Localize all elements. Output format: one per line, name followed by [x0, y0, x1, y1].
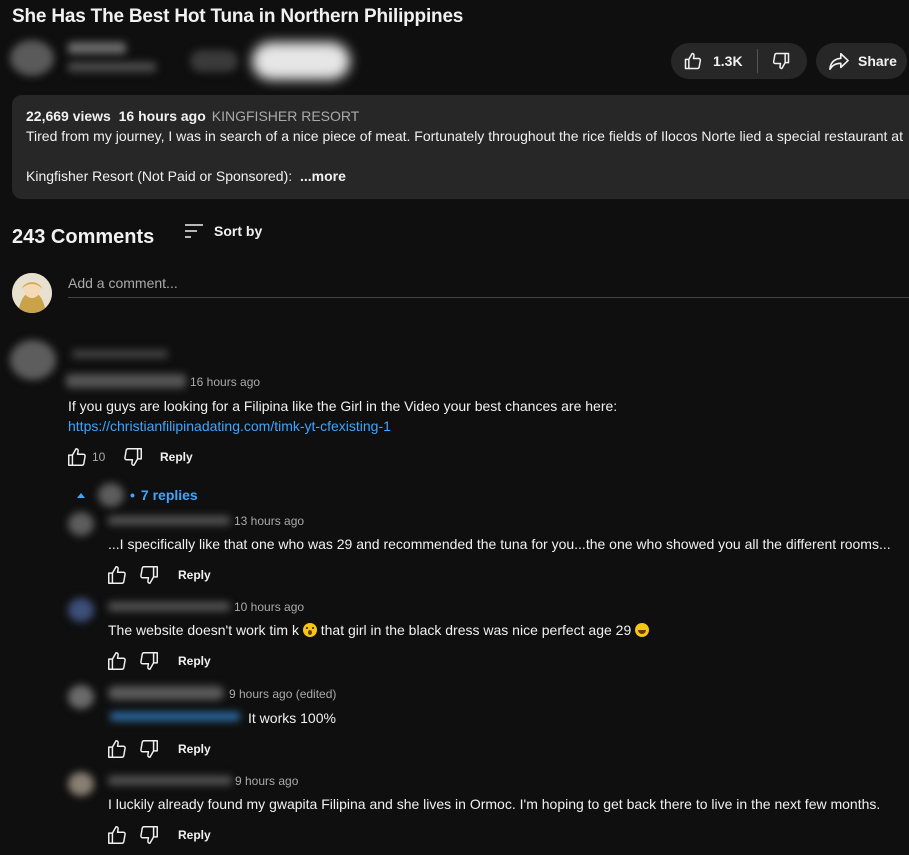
reply-actions: Reply	[106, 564, 211, 586]
reply-button[interactable]: Reply	[178, 742, 211, 756]
reply-actions: Reply	[106, 738, 211, 760]
view-count: 22,669 views	[26, 108, 111, 124]
reply-time[interactable]: 13 hours ago	[234, 514, 304, 528]
thumbs-down-icon[interactable]	[138, 650, 160, 672]
reply-actions: Reply	[106, 824, 211, 846]
reply-button[interactable]: Reply	[178, 568, 211, 582]
comment-count: 243 Comments	[12, 226, 155, 248]
thumbs-up-icon	[684, 52, 702, 70]
thumbs-down-icon[interactable]	[138, 738, 160, 760]
reply-handle[interactable]	[108, 516, 230, 525]
reply-handle[interactable]	[108, 686, 224, 700]
reply-text: ...I specifically like that one who was …	[108, 536, 891, 552]
astonished-face-icon	[302, 623, 317, 637]
add-comment-input[interactable]: Add a comment...	[68, 275, 178, 291]
show-more-link[interactable]: ...more	[300, 168, 346, 184]
comment-actions: 10 Reply	[66, 446, 193, 468]
like-count: 1.3K	[713, 53, 743, 69]
user-avatar[interactable]	[12, 273, 52, 313]
channel-name[interactable]	[68, 42, 126, 54]
location-tag[interactable]: KINGFISHER RESORT	[212, 108, 360, 124]
share-arrow-icon	[829, 52, 849, 70]
video-title: She Has The Best Hot Tuna in Northern Ph…	[12, 6, 464, 27]
description-text: Tired from my journey, I was in search o…	[26, 128, 903, 144]
description-line-2: Kingfisher Resort (Not Paid or Sponsored…	[26, 168, 346, 184]
channel-subscriber-count	[68, 62, 156, 72]
reply-avatar[interactable]	[68, 685, 94, 709]
sort-icon	[185, 224, 203, 238]
reply-text-part-2: that girl in the black dress was nice pe…	[316, 622, 636, 638]
reply-handle[interactable]	[108, 602, 230, 611]
reply-avatar[interactable]	[68, 772, 94, 796]
share-label: Share	[858, 53, 897, 69]
comment-time[interactable]: 16 hours ago	[190, 375, 260, 389]
subscribe-button[interactable]	[252, 42, 350, 80]
thumbs-up-icon[interactable]	[106, 650, 128, 672]
thumbs-down-icon[interactable]	[138, 564, 160, 586]
reply-mention[interactable]	[110, 712, 240, 721]
reply-text: I luckily already found my gwapita Filip…	[108, 796, 881, 812]
thumbs-up-icon[interactable]	[106, 738, 128, 760]
reply-handle[interactable]	[108, 776, 232, 785]
thumbs-up-icon[interactable]	[106, 564, 128, 586]
comment-link[interactable]: https://christianfilipinadating.com/timk…	[68, 418, 391, 434]
commenter-handle[interactable]	[66, 374, 186, 388]
laughing-face-icon	[635, 623, 650, 637]
replies-toggle[interactable]: • 7 replies	[76, 483, 198, 507]
reply-time[interactable]: 9 hours ago	[235, 774, 298, 788]
reply-time[interactable]: 9 hours ago (edited)	[229, 687, 336, 701]
dislike-button[interactable]	[758, 43, 804, 79]
user-avatar-image	[12, 273, 52, 313]
share-button[interactable]: Share	[816, 43, 907, 79]
thumbs-down-icon[interactable]	[138, 824, 160, 846]
reply-avatar[interactable]	[68, 598, 94, 622]
reply-text-part-1: The website doesn't work tim k	[108, 622, 303, 638]
reply-time[interactable]: 10 hours ago	[234, 600, 304, 614]
thumbs-down-icon[interactable]	[122, 446, 144, 468]
sort-by-button[interactable]: Sort by	[184, 223, 262, 239]
caret-up-icon	[77, 493, 85, 498]
thumbs-up-icon[interactable]	[106, 824, 128, 846]
reply-text: It works 100%	[248, 710, 336, 726]
thumbs-up-icon[interactable]	[66, 446, 88, 468]
reply-button[interactable]: Reply	[178, 828, 211, 842]
add-comment-underline	[68, 297, 909, 298]
commenter-badge	[72, 350, 168, 358]
like-button[interactable]: 1.3K	[671, 43, 743, 79]
replies-count: 7 replies	[140, 487, 198, 503]
reply-avatar[interactable]	[68, 512, 94, 536]
reply-button[interactable]: Reply	[178, 654, 211, 668]
upload-age: 16 hours ago	[118, 108, 206, 124]
commenter-avatar[interactable]	[10, 340, 56, 380]
sort-by-label: Sort by	[214, 223, 263, 239]
reply-text: The website doesn't work tim k that girl…	[108, 622, 650, 638]
reply-button[interactable]: Reply	[160, 450, 193, 464]
reply-actions: Reply	[106, 650, 211, 672]
creator-reply-avatar	[98, 483, 124, 507]
description-sponsor-note: Kingfisher Resort (Not Paid or Sponsored…	[26, 168, 297, 184]
join-button[interactable]	[190, 50, 238, 72]
thumbs-down-icon	[772, 52, 789, 70]
description-meta: 22,669 views 16 hours ago KINGFISHER RESO…	[26, 108, 359, 124]
channel-avatar[interactable]	[10, 40, 54, 76]
like-dislike-group: 1.3K	[671, 43, 807, 79]
comment-like-count: 10	[92, 450, 106, 464]
comment-text: If you guys are looking for a Filipina l…	[68, 398, 618, 414]
